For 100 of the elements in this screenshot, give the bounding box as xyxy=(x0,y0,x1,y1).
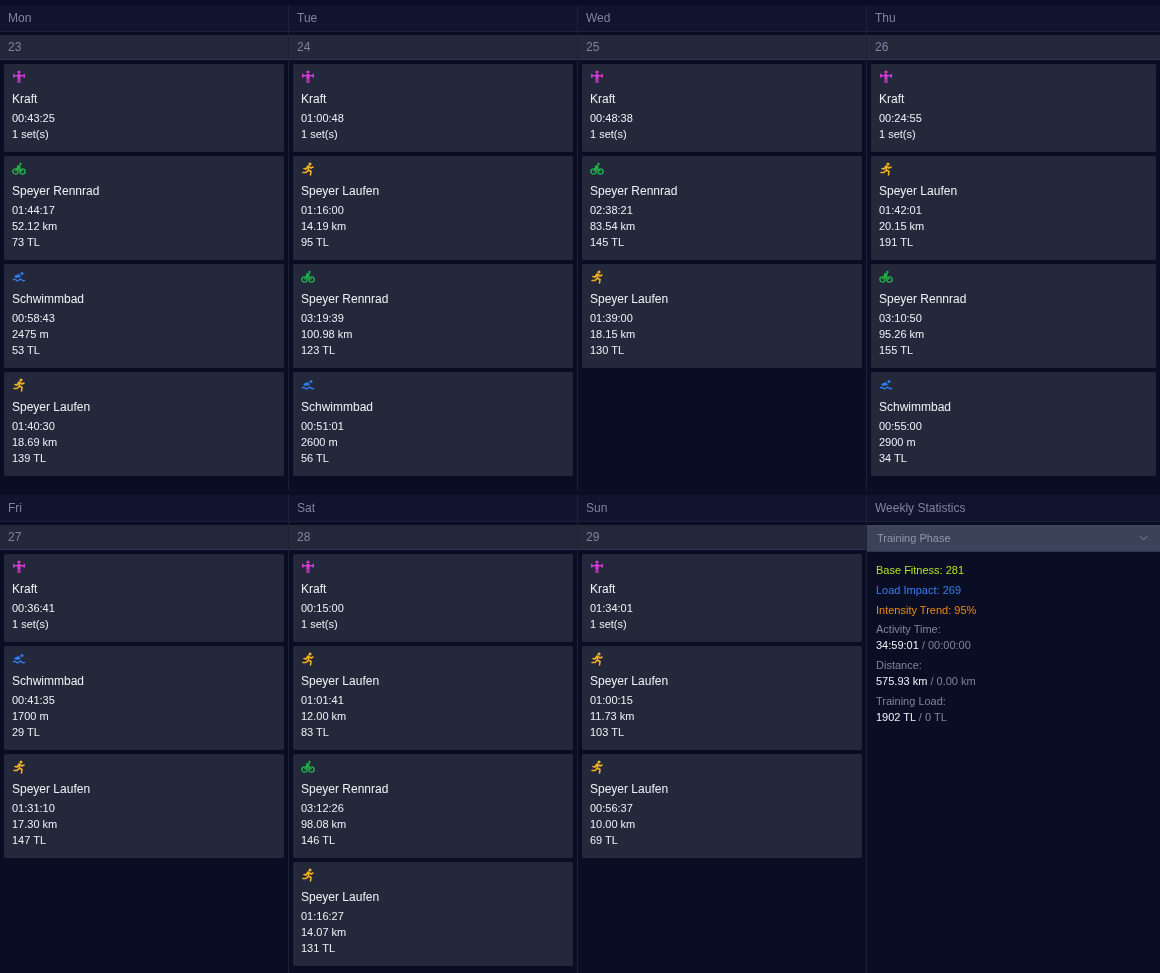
activity-stat: 11.73 km xyxy=(590,709,635,724)
runner-icon xyxy=(590,652,604,666)
activity-stat: 10.00 km xyxy=(590,817,636,832)
activity-stat: 146 TL xyxy=(301,833,337,848)
metric-text: Load Impact: 269 xyxy=(876,583,962,598)
day-name: Fri xyxy=(0,495,288,522)
activity-card[interactable]: Speyer Laufen 01:40:30 18.69 km 139 TL xyxy=(4,372,284,476)
activity-stat: 53 TL xyxy=(12,343,41,358)
activity-stat: 03:19:39 xyxy=(301,311,345,326)
weightlifter-icon xyxy=(12,560,26,574)
activity-card[interactable]: Speyer Rennrad 03:12:26 98.08 km 146 TL xyxy=(293,754,573,858)
activity-card[interactable]: Schwimmbad 00:41:35 1700 m 29 TL xyxy=(4,646,284,750)
activity-stat: 00:36:41 xyxy=(12,601,55,616)
activity-card[interactable]: Speyer Rennrad 02:38:21 83.54 km 145 TL xyxy=(582,156,862,260)
weightlifter-icon xyxy=(12,70,26,84)
activity-title: Speyer Laufen xyxy=(301,183,380,199)
activity-title: Speyer Rennrad xyxy=(879,291,967,307)
runner-icon xyxy=(590,760,604,774)
activity-title: Speyer Rennrad xyxy=(590,183,678,199)
activity-title: Kraft xyxy=(301,581,327,597)
day-name: Wed xyxy=(578,5,866,32)
activity-stat: 73 TL xyxy=(12,235,41,250)
weightlifter-icon xyxy=(879,70,893,84)
runner-icon xyxy=(12,378,26,392)
activity-stat: 01:01:41 xyxy=(301,693,345,708)
weightlifter-icon xyxy=(301,560,315,574)
activity-stat: 18.15 km xyxy=(590,327,636,342)
activity-stat: 17.30 km xyxy=(12,817,58,832)
activity-card[interactable]: Speyer Rennrad 01:44:17 52.12 km 73 TL xyxy=(4,156,284,260)
activity-card[interactable]: Speyer Laufen 00:56:37 10.00 km 69 TL xyxy=(582,754,862,858)
activity-stat: 01:34:01 xyxy=(590,601,633,616)
activity-card[interactable]: Speyer Laufen 01:16:27 14.07 km 131 TL xyxy=(293,862,573,966)
activity-stat: 83 TL xyxy=(301,725,330,740)
activity-stat: 1 set(s) xyxy=(590,617,628,632)
activity-card[interactable]: Speyer Rennrad 03:10:50 95.26 km 155 TL xyxy=(871,264,1156,368)
weightlifter-icon xyxy=(590,70,604,84)
activity-card[interactable]: Speyer Laufen 01:16:00 14.19 km 95 TL xyxy=(293,156,573,260)
activity-card[interactable]: Kraft 01:00:48 1 set(s) xyxy=(293,64,573,152)
weightlifter-icon xyxy=(301,70,315,84)
activity-title: Schwimmbad xyxy=(879,399,952,415)
activity-stat: 145 TL xyxy=(590,235,626,250)
runner-icon xyxy=(301,162,315,176)
activity-card[interactable]: Kraft 00:48:38 1 set(s) xyxy=(582,64,862,152)
swimmer-icon xyxy=(12,652,26,666)
chevron-down-icon xyxy=(1139,535,1148,541)
activity-card[interactable]: Schwimmbad 00:55:00 2900 m 34 TL xyxy=(871,372,1156,476)
activity-stat: 20.15 km xyxy=(879,219,925,234)
activity-title: Speyer Laufen xyxy=(590,673,669,689)
activity-stat: 95 TL xyxy=(301,235,330,250)
activity-stat: 14.19 km xyxy=(301,219,347,234)
total-label: Training Load: xyxy=(876,694,947,709)
bicycle-icon xyxy=(879,270,893,284)
activity-stat: 18.69 km xyxy=(12,435,58,450)
swimmer-icon xyxy=(879,378,893,392)
swimmer-icon xyxy=(301,378,315,392)
activity-stat: 1 set(s) xyxy=(12,617,50,632)
day-name: Thu xyxy=(867,5,1160,32)
activity-stat: 131 TL xyxy=(301,941,337,956)
activity-card[interactable]: Speyer Laufen 01:39:00 18.15 km 130 TL xyxy=(582,264,862,368)
activity-card[interactable]: Speyer Rennrad 03:19:39 100.98 km 123 TL xyxy=(293,264,573,368)
activity-stat: 98.08 km xyxy=(301,817,347,832)
activity-stat: 00:48:38 xyxy=(590,111,633,126)
date-number: 24 xyxy=(289,35,577,60)
activity-stat: 00:43:25 xyxy=(12,111,55,126)
activity-stat: 52.12 km xyxy=(12,219,58,234)
runner-icon xyxy=(12,760,26,774)
activity-stat: 00:51:01 xyxy=(301,419,344,434)
activity-stat: 103 TL xyxy=(590,725,626,740)
activity-card[interactable]: Speyer Laufen 01:00:15 11.73 km 103 TL xyxy=(582,646,862,750)
activity-card[interactable]: Kraft 00:36:41 1 set(s) xyxy=(4,554,284,642)
activity-card[interactable]: Speyer Laufen 01:01:41 12.00 km 83 TL xyxy=(293,646,573,750)
activity-stat: 02:38:21 xyxy=(590,203,634,218)
activity-stat: 29 TL xyxy=(12,725,41,740)
activity-title: Schwimmbad xyxy=(12,291,85,307)
activity-stat: 01:16:00 xyxy=(301,203,345,218)
activity-stat: 2600 m xyxy=(301,435,339,450)
activity-card[interactable]: Schwimmbad 00:51:01 2600 m 56 TL xyxy=(293,372,573,476)
activity-card[interactable]: Kraft 00:15:00 1 set(s) xyxy=(293,554,573,642)
activity-card[interactable]: Speyer Laufen 01:31:10 17.30 km 147 TL xyxy=(4,754,284,858)
activity-title: Speyer Laufen xyxy=(301,673,380,689)
activity-title: Schwimmbad xyxy=(12,673,85,689)
activity-stat: 00:55:00 xyxy=(879,419,922,434)
activity-stat: 130 TL xyxy=(590,343,626,358)
day-name: Sat xyxy=(289,495,577,522)
date-number: 27 xyxy=(0,525,288,550)
activity-card[interactable]: Kraft 00:43:25 1 set(s) xyxy=(4,64,284,152)
total-label: Distance: xyxy=(876,658,923,673)
activity-stat: 00:24:55 xyxy=(879,111,922,126)
activity-card[interactable]: Kraft 01:34:01 1 set(s) xyxy=(582,554,862,642)
activity-card[interactable]: Kraft 00:24:55 1 set(s) xyxy=(871,64,1156,152)
activity-stat: 01:31:10 xyxy=(12,801,56,816)
activity-card[interactable]: Speyer Laufen 01:42:01 20.15 km 191 TL xyxy=(871,156,1156,260)
activity-stat: 00:56:37 xyxy=(590,801,634,816)
activity-stat: 56 TL xyxy=(301,451,330,466)
activity-stat: 00:58:43 xyxy=(12,311,55,326)
activity-card[interactable]: Schwimmbad 00:58:43 2475 m 53 TL xyxy=(4,264,284,368)
activity-stat: 01:00:48 xyxy=(301,111,344,126)
activity-title: Kraft xyxy=(590,581,616,597)
bicycle-icon xyxy=(301,270,315,284)
activity-stat: 01:42:01 xyxy=(879,203,923,218)
